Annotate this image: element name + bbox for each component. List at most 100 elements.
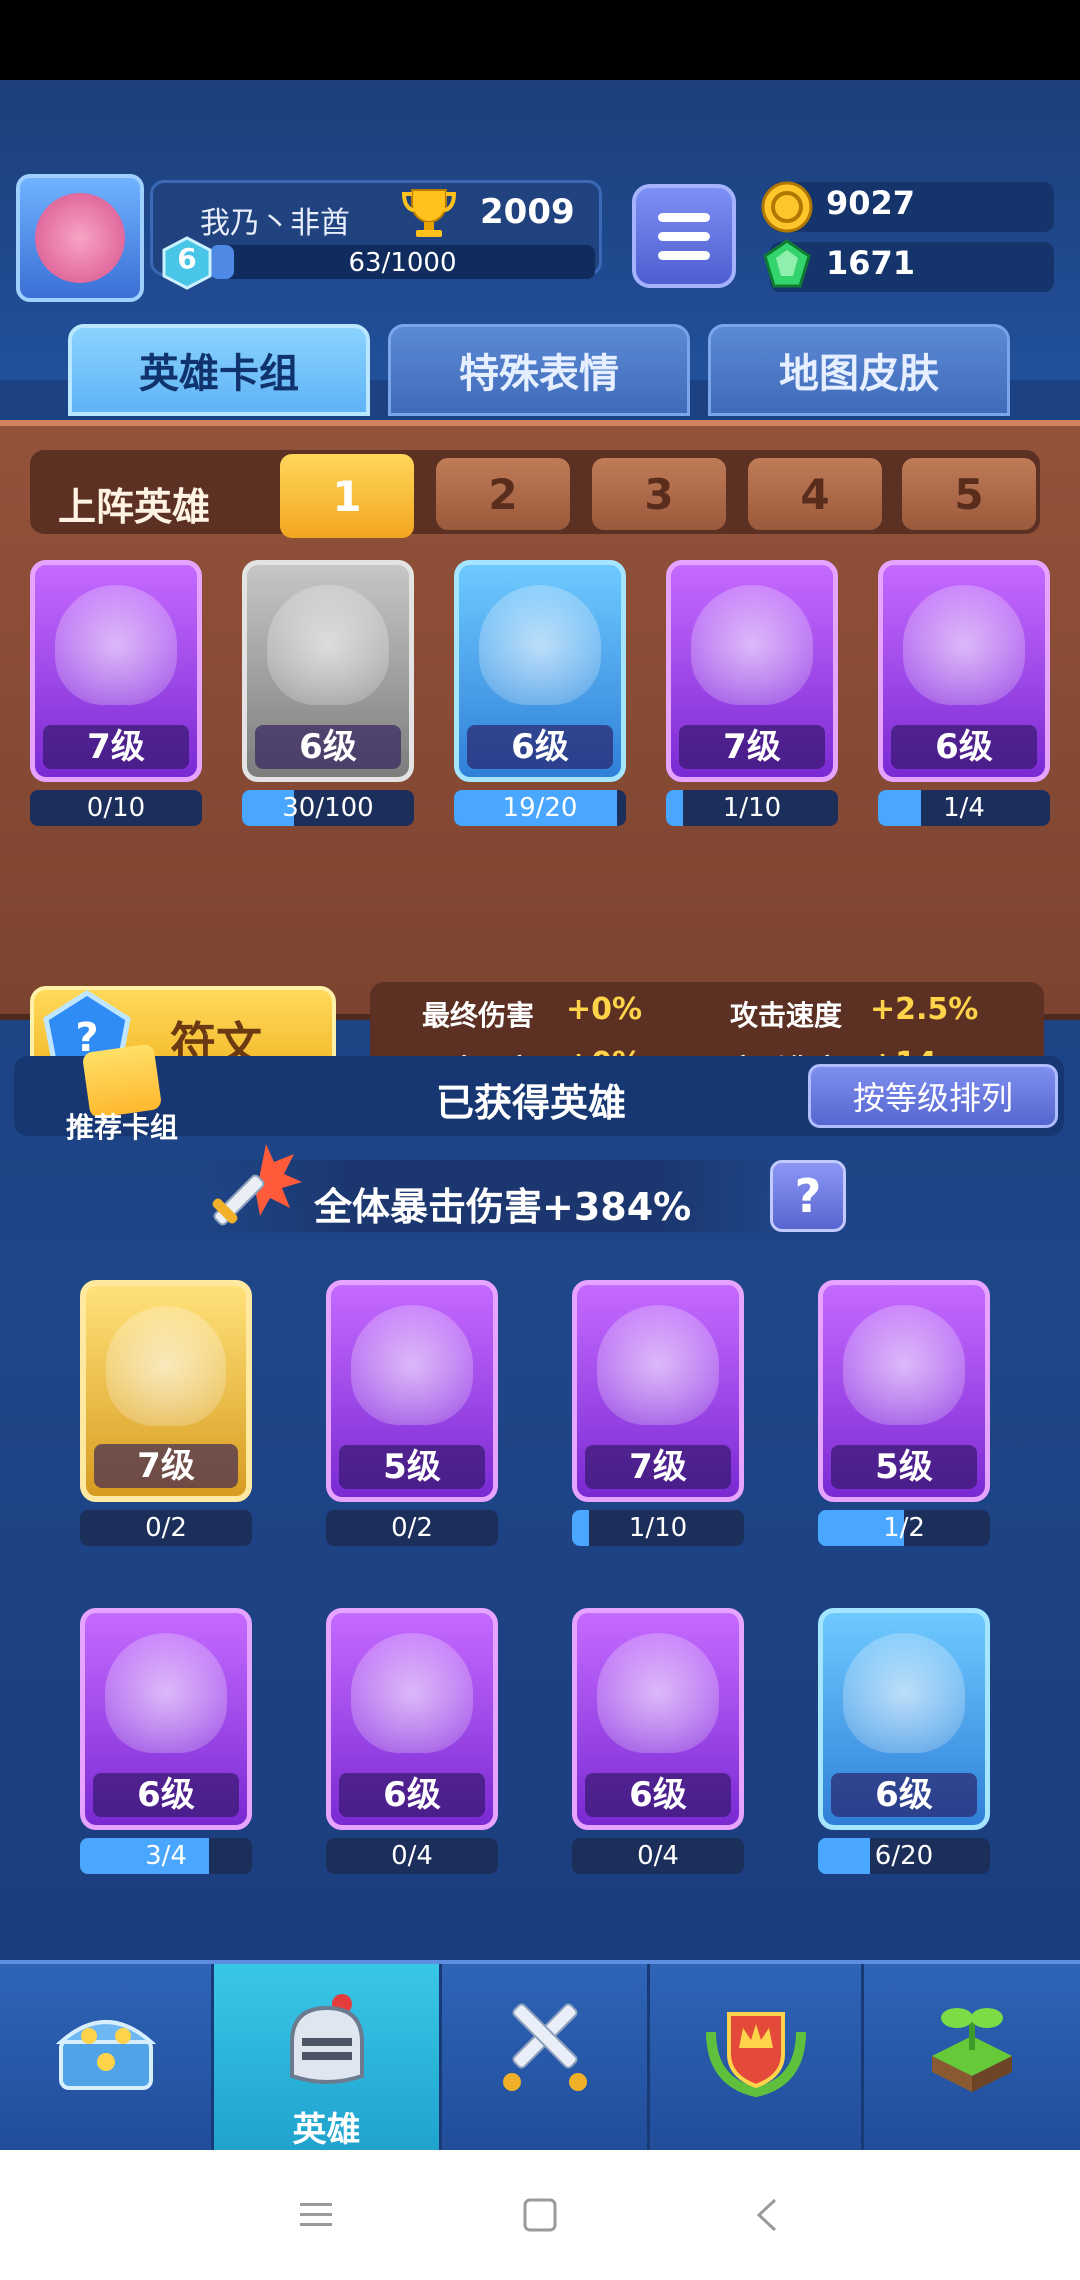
nav-battle[interactable]: [442, 1964, 650, 2150]
coin-icon: [761, 181, 813, 233]
hero-portrait: [691, 585, 813, 705]
hero-portrait: [843, 1305, 965, 1425]
nav-clan[interactable]: [650, 1964, 864, 2150]
crown-shield-icon: [705, 2012, 806, 2098]
back-button[interactable]: [738, 2190, 798, 2240]
system-nav-bar: [0, 2150, 1080, 2280]
avatar[interactable]: [16, 174, 144, 302]
hero-card-progress-text: 19/20: [502, 793, 578, 823]
hero-card-progress: 0/4: [572, 1838, 744, 1874]
hero-card[interactable]: 5级: [818, 1280, 990, 1502]
hero-card-progress: 3/4: [80, 1838, 252, 1874]
hero-portrait: [55, 585, 177, 705]
hero-card[interactable]: 6级: [572, 1608, 744, 1830]
hero-card-progress: 0/2: [326, 1510, 498, 1546]
treasure-chest-icon: [55, 2020, 156, 2090]
hero-card-progress: 30/100: [242, 790, 414, 826]
hero-card[interactable]: 6级: [326, 1608, 498, 1830]
hero-card[interactable]: 6级: [818, 1608, 990, 1830]
game-screen: 我乃丶非酋 2009 63/1000 6 9027 1671 英雄卡组 特殊表情…: [0, 80, 1080, 2150]
hero-level: 7级: [585, 1445, 731, 1489]
hero-level: 7级: [43, 725, 189, 769]
help-button[interactable]: ?: [770, 1160, 846, 1232]
player-level: 6: [177, 242, 197, 275]
recommended-deck-label[interactable]: 推荐卡组: [66, 1106, 178, 1146]
hero-card-progress: 19/20: [454, 790, 626, 826]
deck-slot-2[interactable]: 2: [436, 458, 570, 530]
hero-card-progress-text: 0/4: [391, 1841, 433, 1871]
tab-special-emotes[interactable]: 特殊表情: [388, 324, 690, 416]
coin-count: 9027: [826, 184, 916, 222]
hero-card[interactable]: 6级: [454, 560, 626, 782]
deck-slot-4[interactable]: 4: [748, 458, 882, 530]
hero-card[interactable]: 6级: [878, 560, 1050, 782]
hero-card-progress-text: 30/100: [282, 793, 374, 823]
bottom-nav: 英雄: [0, 1960, 1080, 2150]
hero-portrait: [597, 1633, 719, 1753]
stat-value: +0%: [566, 992, 643, 1027]
xp-text: 63/1000: [348, 248, 457, 278]
hero-portrait: [267, 585, 389, 705]
gem-icon: [763, 239, 811, 288]
hero-card[interactable]: 7级: [572, 1280, 744, 1502]
menu-line: [658, 250, 710, 260]
hero-card-progress-text: 1/10: [628, 1513, 688, 1543]
hero-card-progress: 0/10: [30, 790, 202, 826]
hero-card-progress-text: 1/10: [722, 793, 782, 823]
deck-slot-5[interactable]: 5: [902, 458, 1036, 530]
avatar-face-icon: [35, 193, 125, 283]
hero-level: 7级: [679, 725, 825, 769]
hero-portrait: [351, 1305, 473, 1425]
hero-card-progress: 6/20: [818, 1838, 990, 1874]
tab-hero-deck[interactable]: 英雄卡组: [68, 324, 370, 416]
home-button[interactable]: [510, 2190, 570, 2240]
hero-card-progress-text: 1/4: [943, 793, 985, 823]
back-arrow-icon: [756, 2198, 777, 2232]
deck-slot-3[interactable]: 3: [592, 458, 726, 530]
status-bar: [0, 0, 1080, 80]
hero-card-progress-text: 0/2: [391, 1513, 433, 1543]
hero-level: 5级: [831, 1445, 977, 1489]
hero-card-progress-text: 0/2: [145, 1513, 187, 1543]
hero-card-progress: 1/10: [572, 1510, 744, 1546]
hero-card-progress-text: 0/4: [637, 1841, 679, 1871]
hero-card-progress-text: 3/4: [145, 1841, 187, 1871]
tab-map-skins[interactable]: 地图皮肤: [708, 324, 1010, 416]
hero-card[interactable]: 7级: [80, 1280, 252, 1502]
menu-line: [658, 212, 710, 222]
hero-level: 6级: [831, 1773, 977, 1817]
square-icon: [523, 2198, 557, 2232]
menu-icon: [300, 2203, 332, 2226]
collection-title: 已获得英雄: [436, 1081, 627, 1125]
hero-level: 6级: [255, 725, 401, 769]
hero-card[interactable]: 7级: [666, 560, 838, 782]
stat-value: +2.5%: [870, 992, 979, 1027]
hero-card[interactable]: 6级: [242, 560, 414, 782]
hero-portrait: [351, 1633, 473, 1753]
menu-button[interactable]: [632, 184, 736, 288]
stat-label: 最终伤害: [422, 999, 535, 1032]
hero-card[interactable]: 6级: [80, 1608, 252, 1830]
trophy-icon: [401, 189, 457, 237]
hero-level: 7级: [94, 1444, 238, 1488]
nav-shop[interactable]: [0, 1964, 214, 2150]
deck-title: 上阵英雄: [58, 485, 211, 529]
hero-card-progress: 1/10: [666, 790, 838, 826]
gem-count: 1671: [826, 244, 916, 282]
crit-bonus-text: 全体暴击伤害+384%: [314, 1185, 692, 1229]
menu-line: [658, 231, 710, 241]
hero-card[interactable]: 5级: [326, 1280, 498, 1502]
hero-card-progress-text: 1/2: [883, 1513, 925, 1543]
nav-heroes[interactable]: 英雄: [214, 1964, 442, 2150]
hero-card-progress: 1/4: [878, 790, 1050, 826]
sort-by-level-button[interactable]: 按等级排列: [808, 1064, 1058, 1128]
nav-garden[interactable]: [864, 1964, 1080, 2150]
hero-portrait: [843, 1633, 965, 1753]
recent-apps-button[interactable]: [286, 2190, 346, 2240]
nav-label: 英雄: [292, 2110, 361, 2150]
stat-label: 攻击速度: [730, 999, 843, 1032]
hero-portrait: [105, 1633, 227, 1753]
hero-portrait: [903, 585, 1025, 705]
hero-card[interactable]: 7级: [30, 560, 202, 782]
deck-slot-1[interactable]: 1: [280, 454, 414, 538]
